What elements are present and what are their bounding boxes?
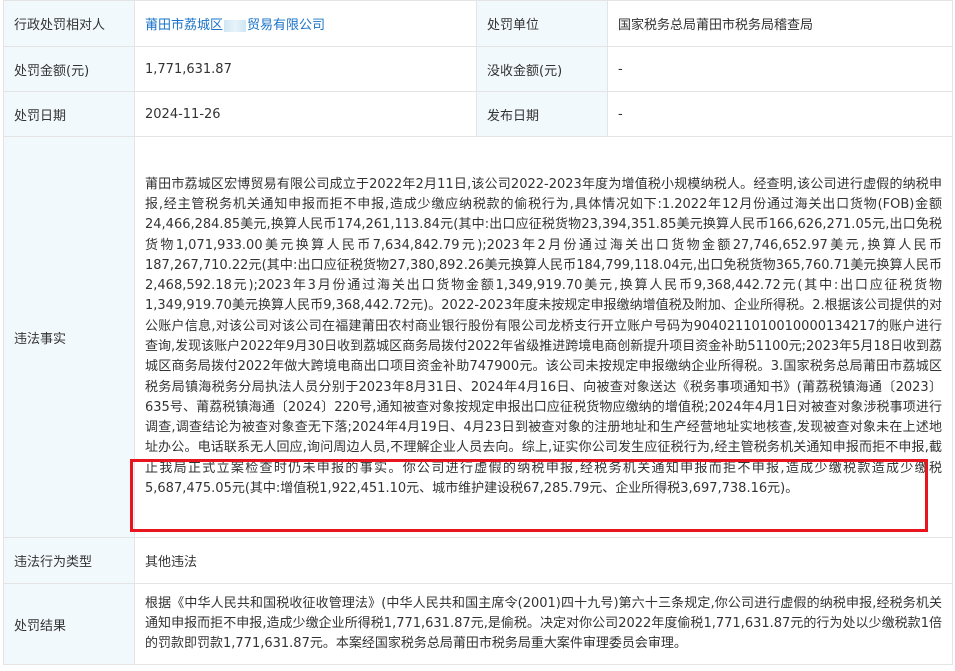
company-name-end: 贸易有限公司 — [247, 18, 326, 33]
type-label: 违法行为类型 — [3, 537, 135, 584]
row-date: 处罚日期 2024-11-26 发布日期 - — [3, 91, 953, 137]
confiscation-label: 没收金额(元) — [476, 46, 608, 92]
party-label: 行政处罚相对人 — [3, 0, 135, 47]
row-amount: 处罚金额(元) 1,771,631.87 没收金额(元) - — [3, 46, 953, 92]
publish-label: 发布日期 — [476, 91, 608, 137]
date-value: 2024-11-26 — [134, 91, 477, 137]
row-party: 行政处罚相对人 莆田市荔城区 贸易有限公司 处罚单位 国家税务总局莆田市税务局稽查… — [3, 0, 953, 47]
amount-value: 1,771,631.87 — [134, 46, 477, 92]
row-facts: 违法事实 莆田市荔城区宏博贸易有限公司成立于2022年2月11日,该公司2022… — [3, 136, 953, 538]
amount-label: 处罚金额(元) — [3, 46, 135, 92]
party-value: 莆田市荔城区 贸易有限公司 — [134, 0, 477, 47]
publish-value: - — [607, 91, 953, 137]
penalty-detail-table: 行政处罚相对人 莆田市荔城区 贸易有限公司 处罚单位 国家税务总局莆田市税务局稽查… — [3, 0, 953, 665]
row-type: 违法行为类型 其他违法 — [3, 537, 953, 584]
facts-value: 莆田市荔城区宏博贸易有限公司成立于2022年2月11日,该公司2022-2023… — [134, 136, 953, 538]
date-label: 处罚日期 — [3, 91, 135, 137]
company-link[interactable]: 莆田市荔城区 贸易有限公司 — [145, 18, 325, 33]
authority-label: 处罚单位 — [476, 0, 608, 47]
facts-label: 违法事实 — [3, 136, 135, 538]
result-label: 处罚结果 — [3, 583, 135, 665]
result-value: 根据《中华人民共和国税收征收管理法》(中华人民共和国主席令(2001)四十九号)… — [134, 583, 953, 665]
company-name-start: 莆田市荔城区 — [145, 18, 224, 33]
row-result: 处罚结果 根据《中华人民共和国税收征收管理法》(中华人民共和国主席令(2001)… — [3, 583, 953, 665]
type-value: 其他违法 — [134, 537, 953, 584]
confiscation-value: - — [607, 46, 953, 92]
redacted-mark — [224, 19, 247, 32]
authority-value: 国家税务总局莆田市税务局稽查局 — [607, 0, 953, 47]
